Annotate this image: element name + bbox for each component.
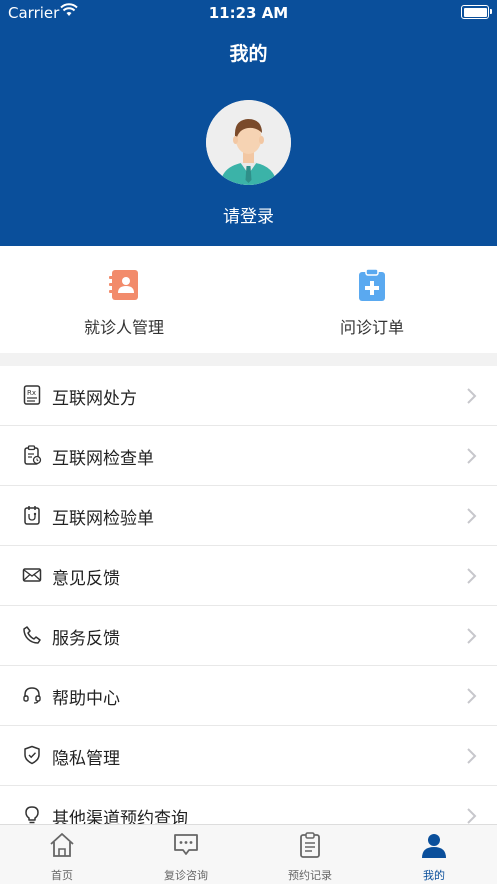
menu-item-label: 服务反馈 xyxy=(52,629,120,649)
chevron-right-icon xyxy=(465,687,477,705)
menu-item-lab-test[interactable]: 互联网检验单 xyxy=(0,486,497,546)
lightbulb-icon xyxy=(22,805,42,825)
chevron-right-icon xyxy=(465,747,477,765)
menu-item-label: 意见反馈 xyxy=(52,569,120,589)
menu-item-label: 帮助中心 xyxy=(52,689,120,709)
chevron-right-icon xyxy=(465,627,477,645)
patient-management-button[interactable]: 就诊人管理 xyxy=(0,246,248,353)
chevron-right-icon xyxy=(465,447,477,465)
tab-label: 预约记录 xyxy=(288,869,332,882)
menu-item-label: 隐私管理 xyxy=(52,749,120,769)
exam-clipboard-icon xyxy=(22,445,42,465)
home-icon xyxy=(48,831,76,859)
tab-consultation[interactable]: 复诊咨询 xyxy=(124,825,248,884)
tab-label: 我的 xyxy=(423,869,445,882)
profile-header: Carrier 11:23 AM 我的 请登录 xyxy=(0,0,497,246)
tab-bar: 首页 复诊咨询 预约记录 我的 xyxy=(0,824,497,884)
tab-label: 复诊咨询 xyxy=(164,869,208,882)
status-bar: Carrier 11:23 AM xyxy=(0,0,497,26)
contact-book-icon xyxy=(108,268,140,302)
clipboard-plus-icon xyxy=(356,268,388,302)
tab-label: 首页 xyxy=(51,869,73,882)
chevron-right-icon xyxy=(465,507,477,525)
menu-item-prescription[interactable]: Rx 互联网处方 xyxy=(0,366,497,426)
login-link[interactable]: 请登录 xyxy=(0,202,497,227)
page-title: 我的 xyxy=(229,43,268,65)
consult-orders-label: 问诊订单 xyxy=(339,318,404,337)
person-icon xyxy=(420,831,448,859)
avatar[interactable] xyxy=(206,100,291,185)
chat-icon xyxy=(172,831,200,859)
chevron-right-icon xyxy=(465,807,477,825)
clipboard-list-icon xyxy=(296,831,324,859)
patient-management-label: 就诊人管理 xyxy=(83,318,164,337)
battery-icon xyxy=(461,5,492,19)
clock: 11:23 AM xyxy=(208,4,289,22)
consult-orders-button[interactable]: 问诊订单 xyxy=(248,246,496,353)
chevron-right-icon xyxy=(465,387,477,405)
headset-icon xyxy=(22,685,42,705)
menu-item-feedback[interactable]: 意见反馈 xyxy=(0,546,497,606)
menu-item-label: 互联网检查单 xyxy=(52,449,154,469)
shield-icon xyxy=(22,745,42,765)
menu-list: Rx 互联网处方 互联网检查单 互联网检验单 意见反馈 服务反馈 帮助中心 隐私… xyxy=(0,366,497,846)
menu-item-privacy[interactable]: 隐私管理 xyxy=(0,726,497,786)
menu-item-label: 互联网处方 xyxy=(52,389,137,409)
lab-test-icon xyxy=(22,505,42,525)
menu-item-exam-order[interactable]: 互联网检查单 xyxy=(0,426,497,486)
quick-actions: 就诊人管理 问诊订单 xyxy=(0,246,497,353)
phone-icon xyxy=(22,625,42,645)
chevron-right-icon xyxy=(465,567,477,585)
menu-item-label: 互联网检验单 xyxy=(52,509,154,529)
svg-text:Rx: Rx xyxy=(27,389,36,397)
tab-home[interactable]: 首页 xyxy=(0,825,124,884)
tab-appointments[interactable]: 预约记录 xyxy=(248,825,372,884)
mail-icon xyxy=(22,565,42,585)
menu-item-help-center[interactable]: 帮助中心 xyxy=(0,666,497,726)
prescription-icon: Rx xyxy=(22,385,42,405)
default-avatar-icon xyxy=(206,100,291,185)
tab-mine[interactable]: 我的 xyxy=(372,825,496,884)
menu-item-service-feedback[interactable]: 服务反馈 xyxy=(0,606,497,666)
